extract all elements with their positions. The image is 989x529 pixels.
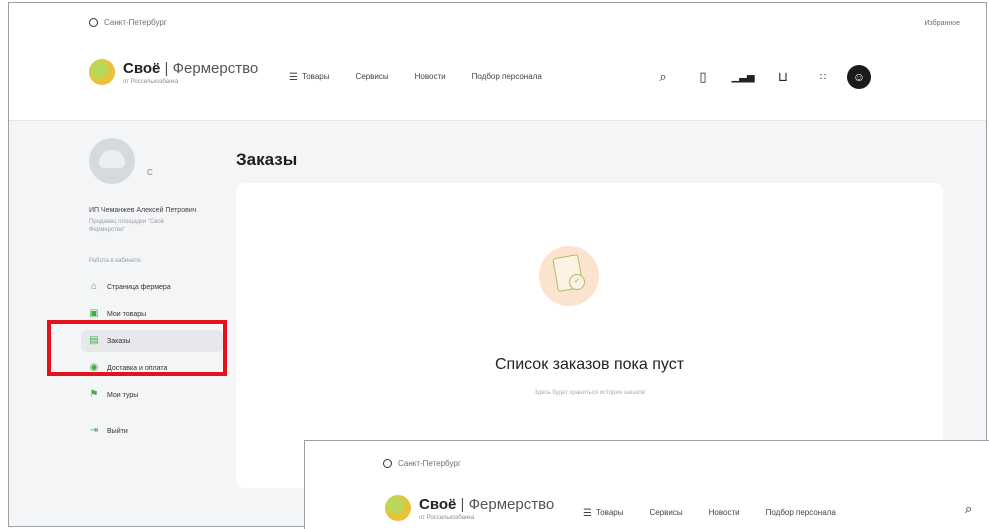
favorites-link[interactable]: Избранное	[925, 20, 960, 27]
menu-icon[interactable]: ☰	[289, 72, 298, 83]
logout-icon: ⇥	[89, 425, 99, 436]
overlay-brand-logo[interactable]: Своё | Фермерство от Россельхозбанка	[385, 495, 554, 521]
sidebar: С ИП Чеманжев Алексей Петрович Продавец …	[81, 138, 229, 447]
home-icon: ⌂	[90, 281, 98, 292]
highlight-box	[47, 320, 227, 376]
nav-item-goods[interactable]: Товары	[302, 72, 330, 83]
location-pin-icon	[89, 18, 98, 27]
page-title: Заказы	[236, 150, 298, 169]
main-nav: ☰ Товары Сервисы Новости Подбор персонал…	[289, 72, 568, 83]
overlay-nav-item-services[interactable]: Сервисы	[650, 508, 683, 519]
brand-subtitle: от Россельхозбанка	[123, 78, 179, 85]
bookmark-icon[interactable]: ▯	[695, 69, 711, 85]
overlay-city-selector[interactable]: Санкт-Петербург	[383, 459, 461, 468]
logo-icon	[385, 495, 411, 521]
overlay-main-nav: ☰ Товары Сервисы Новости Подбор персонал…	[583, 508, 862, 519]
sidebar-item-label: Страница фермера	[107, 283, 171, 291]
city-label: Санкт-Петербург	[104, 18, 167, 27]
avatar[interactable]	[89, 138, 135, 184]
location-pin-icon	[383, 459, 392, 468]
overlay-city-label: Санкт-Петербург	[398, 459, 461, 468]
header-actions: ⌕ ▯ ▁▃▅ ⊔ ∷ ☺	[655, 65, 871, 89]
search-icon[interactable]: ⌕	[965, 501, 972, 517]
empty-state-subtitle: Здесь будет храниться история заказов	[534, 390, 645, 396]
logout-label: Выйти	[107, 427, 128, 435]
box-icon: ▣	[89, 308, 99, 319]
nav-item-hiring[interactable]: Подбор персонала	[472, 72, 542, 83]
tour-icon: ⚑	[89, 389, 99, 400]
sidebar-item-tours[interactable]: ⚑ Мои туры	[89, 384, 229, 406]
user-icon[interactable]: ☺	[847, 65, 871, 89]
brand-logo[interactable]: Своё | Фермерство от Россельхозбанка	[89, 59, 258, 85]
city-selector[interactable]: Санкт-Петербург	[89, 18, 167, 27]
sidebar-item-label: Мои туры	[107, 391, 139, 399]
overlay-brand-name: Своё | Фермерство	[419, 495, 555, 513]
overlay-brand-subtitle: от Россельхозбанка	[419, 514, 475, 521]
basket-icon[interactable]: ⊔	[775, 69, 791, 85]
empty-orders-icon: ✓	[539, 246, 599, 306]
overlay-nav-item-goods[interactable]: Товары	[596, 508, 624, 519]
overlay-screenshot: Санкт-Петербург Своё | Фермерство от Рос…	[304, 440, 989, 529]
sidebar-item-farmer-page[interactable]: ⌂ Страница фермера	[89, 276, 229, 298]
logout-button[interactable]: ⇥ Выйти	[89, 420, 229, 442]
grid-icon[interactable]: ∷	[815, 69, 831, 85]
section-title: Работа в кабинете	[89, 258, 141, 264]
top-header: Санкт-Петербург Избранное Своё | Фермерс…	[9, 3, 986, 121]
nav-item-services[interactable]: Сервисы	[356, 72, 389, 83]
logo-icon	[89, 59, 115, 85]
chart-icon[interactable]: ▁▃▅	[731, 69, 754, 85]
edit-profile-link[interactable]: С	[147, 168, 153, 177]
nav-item-news[interactable]: Новости	[415, 72, 446, 83]
search-icon[interactable]: ⌕	[655, 69, 671, 85]
empty-state-title: Список заказов пока пуст	[494, 356, 685, 373]
brand-name: Своё | Фермерство	[123, 59, 259, 77]
menu-icon[interactable]: ☰	[583, 508, 592, 519]
overlay-nav-item-news[interactable]: Новости	[709, 508, 740, 519]
cart-badge-icon: ✓	[569, 274, 585, 290]
user-role: Продавец площадки "Своё Фермерство"	[89, 219, 165, 233]
user-name: ИП Чеманжев Алексей Петрович	[89, 207, 197, 214]
overlay-nav-item-hiring[interactable]: Подбор персонала	[766, 508, 836, 519]
sidebar-item-label: Мои товары	[107, 310, 147, 318]
